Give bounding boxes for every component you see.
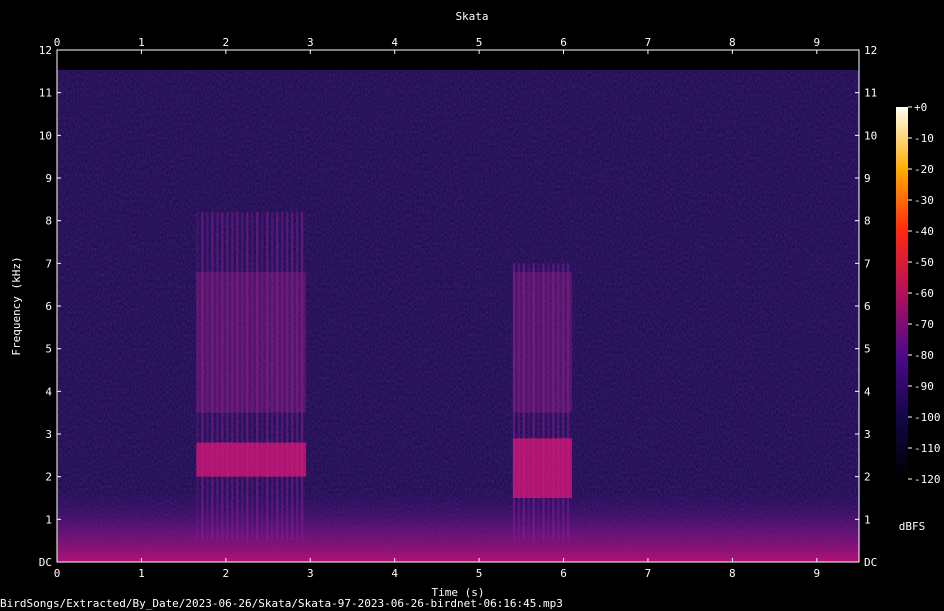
y-tick-label-right: 6 (864, 300, 871, 313)
colorbar-tick-label: -40 (914, 225, 934, 238)
x-tick-label-top: 5 (476, 36, 483, 49)
y-tick-label-right: 10 (864, 129, 877, 142)
y-tick-label-right: 2 (864, 471, 871, 484)
y-tick-label-right: 3 (864, 428, 871, 441)
y-axis-label: Frequency (kHz) (10, 256, 23, 355)
x-tick-label-top: 4 (391, 36, 398, 49)
x-tick-label-bottom: 8 (729, 567, 736, 580)
y-tick-label-right: 9 (864, 172, 871, 185)
chart-title: Skata (455, 10, 488, 23)
colorbar-tick-label: -120 (914, 473, 941, 486)
x-tick-label-bottom: 4 (391, 567, 398, 580)
y-tick-label-right: 8 (864, 215, 871, 228)
y-tick-label-right: 12 (864, 44, 877, 57)
y-tick-label-right: DC (864, 556, 877, 569)
x-tick-label-top: 7 (645, 36, 652, 49)
y-tick-label-left: 1 (45, 513, 52, 526)
colorbar-tick-label: -80 (914, 349, 934, 362)
x-tick-label-top: 1 (138, 36, 145, 49)
x-tick-label-top: 2 (223, 36, 230, 49)
x-tick-label-bottom: 0 (54, 567, 61, 580)
y-tick-label-right: 11 (864, 87, 877, 100)
y-tick-label-left: 4 (45, 385, 52, 398)
spectrogram-figure: Skata 00112233445566778899 DC DC1 12 23 34 45… (0, 10, 941, 610)
spectrogram-noise (57, 70, 859, 562)
colorbar-tick-label: -100 (914, 411, 941, 424)
x-tick-label-bottom: 1 (138, 567, 145, 580)
colorbar (896, 107, 908, 479)
x-tick-label-top: 6 (560, 36, 567, 49)
call-mid-energy (512, 271, 572, 413)
x-tick-label-bottom: 3 (307, 567, 314, 580)
call-strong-band (196, 442, 307, 477)
call-strong-band (512, 438, 572, 498)
colorbar-label: dBFS (899, 520, 926, 533)
x-tick-label-top: 3 (307, 36, 314, 49)
colorbar-tick-label: -70 (914, 318, 934, 331)
colorbar-tick-label: -60 (914, 287, 934, 300)
y-tick-label-right: 1 (864, 513, 871, 526)
y-tick-label-right: 4 (864, 385, 871, 398)
low-frequency-band (57, 490, 859, 562)
file-path-footer: BirdSongs/Extracted/By_Date/2023-06-26/S… (0, 597, 563, 610)
y-tick-label-left: 7 (45, 257, 52, 270)
y-tick-label-left: 3 (45, 428, 52, 441)
y-tick-label-left: 9 (45, 172, 52, 185)
x-tick-label-top: 8 (729, 36, 736, 49)
x-tick-label-bottom: 7 (645, 567, 652, 580)
colorbar-tick-label: -110 (914, 442, 941, 455)
y-tick-label-right: 5 (864, 343, 871, 356)
x-tick-label-top: 9 (813, 36, 820, 49)
y-tick-label-left: 6 (45, 300, 52, 313)
y-tick-label-left: 2 (45, 471, 52, 484)
colorbar-tick-label: +0 (914, 101, 927, 114)
y-tick-label-left: 10 (39, 129, 52, 142)
y-tick-label-left: 5 (45, 343, 52, 356)
x-tick-label-top: 0 (54, 36, 61, 49)
y-tick-label-left: 11 (39, 87, 52, 100)
spectrogram-plot (57, 50, 859, 562)
colorbar-tick-label: -10 (914, 132, 934, 145)
x-tick-label-bottom: 2 (223, 567, 230, 580)
y-tick-label-left: 12 (39, 44, 52, 57)
x-tick-label-bottom: 9 (813, 567, 820, 580)
x-tick-label-bottom: 5 (476, 567, 483, 580)
colorbar-tick-label: -20 (914, 163, 934, 176)
colorbar-tick-label: -90 (914, 380, 934, 393)
call-mid-energy (196, 271, 307, 413)
colorbar-tick-label: -30 (914, 194, 934, 207)
colorbar-tick-label: -50 (914, 256, 934, 269)
x-tick-label-bottom: 6 (560, 567, 567, 580)
y-tick-label-left: DC (39, 556, 52, 569)
y-tick-label-right: 7 (864, 257, 871, 270)
y-tick-label-left: 8 (45, 215, 52, 228)
